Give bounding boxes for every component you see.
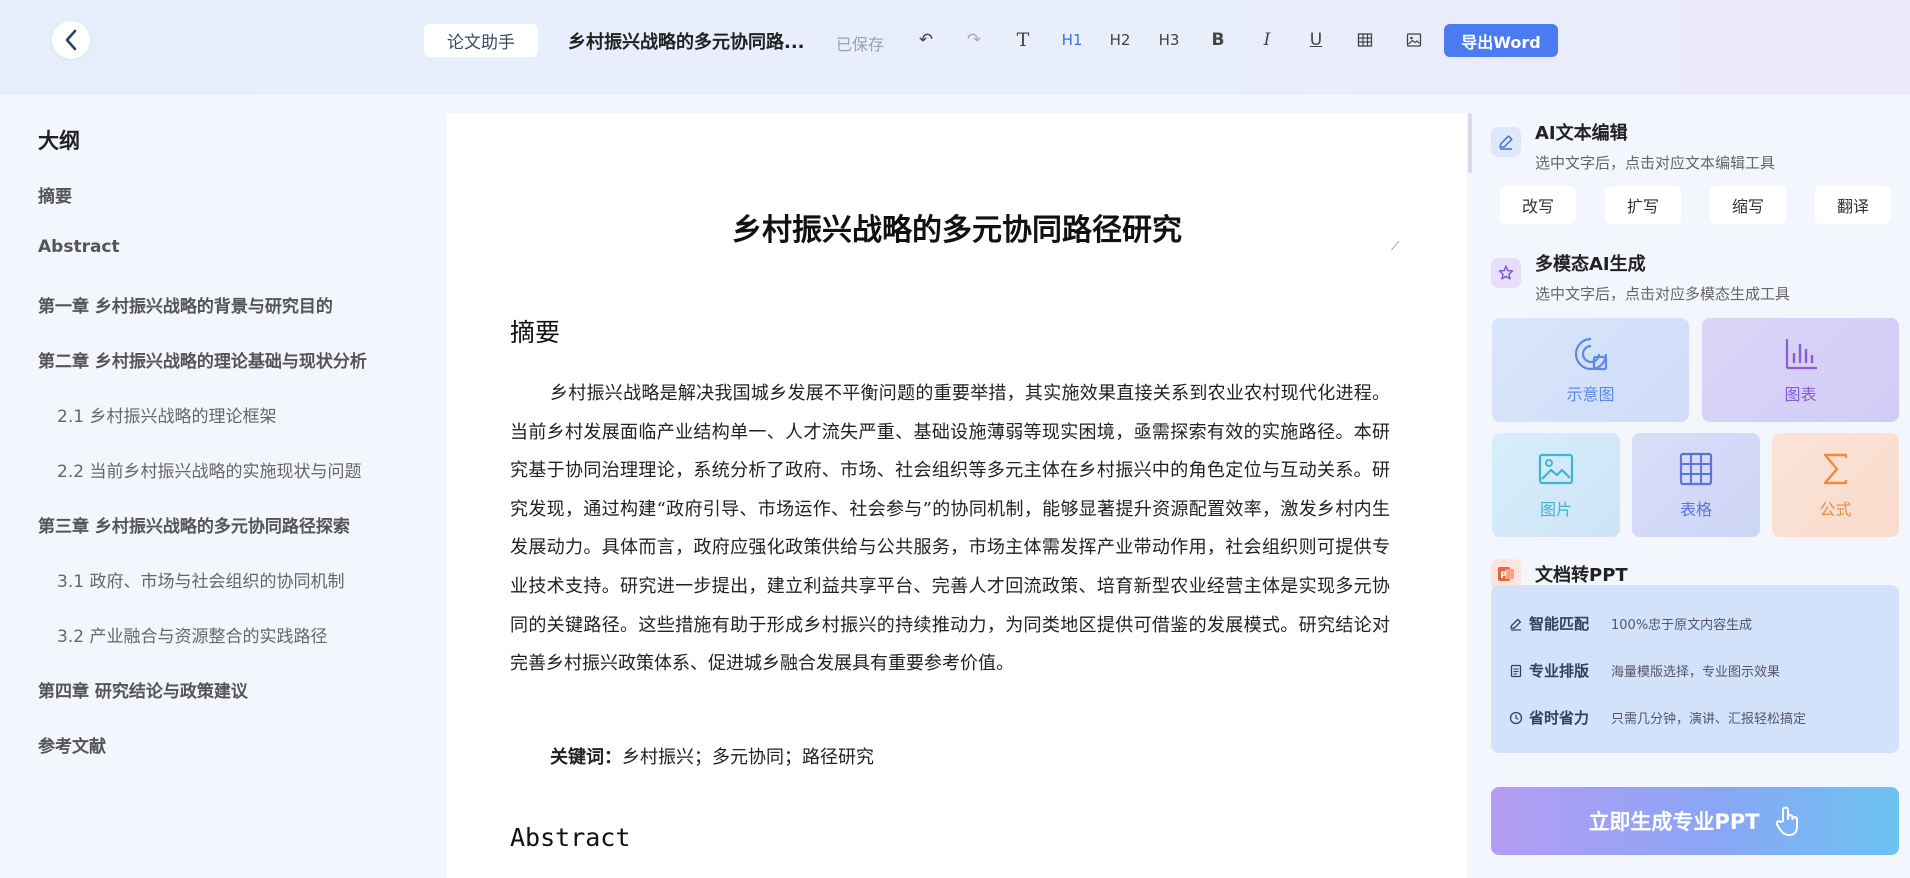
multimodal-section-icon bbox=[1491, 258, 1521, 288]
grid-table-icon bbox=[1679, 452, 1713, 486]
rewrite-button[interactable]: 改写 bbox=[1500, 186, 1576, 224]
outline-item[interactable]: 3.2 产业融合与资源整合的实践路径 bbox=[57, 622, 327, 647]
expand-button[interactable]: 扩写 bbox=[1605, 186, 1681, 224]
resize-handle-icon[interactable]: ⟋ bbox=[1391, 239, 1399, 254]
outline-item[interactable]: Abstract bbox=[38, 237, 120, 257]
svg-text:P: P bbox=[1500, 571, 1507, 581]
keywords-label: 关键词： bbox=[550, 747, 622, 768]
outline-item[interactable]: 第三章 乡村振兴战略的多元协同路径探索 bbox=[38, 512, 350, 537]
feature-title: 省时省力 bbox=[1529, 709, 1590, 727]
table-insert-button[interactable] bbox=[1349, 26, 1381, 54]
export-word-button[interactable]: 导出Word bbox=[1444, 24, 1558, 57]
pencil-icon bbox=[1499, 135, 1513, 150]
formula-card[interactable]: 公式 bbox=[1772, 433, 1899, 537]
pencil-icon bbox=[1510, 617, 1522, 631]
document-icon bbox=[1510, 664, 1522, 677]
table-icon bbox=[1357, 33, 1373, 47]
redo-button[interactable]: ↷ bbox=[958, 26, 990, 54]
ppt-title: 文档转PPT bbox=[1535, 565, 1628, 586]
chevron-left-icon bbox=[65, 29, 77, 51]
outline-item[interactable]: 2.2 当前乡村振兴战略的实施现状与问题 bbox=[57, 457, 361, 482]
powerpoint-icon: P bbox=[1498, 567, 1514, 581]
feature-desc: 海量模版选择，专业图示效果 bbox=[1611, 665, 1781, 680]
chart-card-label: 图表 bbox=[1784, 385, 1817, 404]
picture-icon bbox=[1538, 453, 1574, 485]
top-toolbar: 论文助手 乡村振兴战略的多元协同路... 已保存 ↶ ↷ T H1 H2 H3 … bbox=[0, 0, 1910, 95]
generate-ppt-button[interactable]: 立即生成专业PPT bbox=[1491, 787, 1899, 855]
generate-ppt-label: 立即生成专业PPT bbox=[1588, 810, 1760, 834]
keywords-value: 乡村振兴；多元协同；路径研究 bbox=[622, 747, 874, 768]
feature-desc: 只需几分钟，演讲、汇报轻松搞定 bbox=[1611, 712, 1807, 727]
table-card-label: 表格 bbox=[1679, 500, 1712, 519]
italic-button[interactable]: I bbox=[1251, 26, 1283, 54]
outline-item[interactable]: 第二章 乡村振兴战略的理论基础与现状分析 bbox=[38, 347, 367, 372]
ai-tools-panel: AI文本编辑 选中文字后，点击对应文本编辑工具 改写 扩写 缩写 翻译 多模态A… bbox=[1474, 95, 1910, 878]
outline-item[interactable]: 2.1 乡村振兴战略的理论框架 bbox=[57, 402, 276, 427]
ppt-features-box: 智能匹配 100%忠于原文内容生成 专业排版 海量模版选择，专业图示效果 省时省… bbox=[1491, 585, 1899, 753]
back-button[interactable] bbox=[52, 21, 90, 59]
text-format-button[interactable]: T bbox=[1007, 26, 1039, 54]
abstract-heading[interactable]: 摘要 bbox=[510, 313, 560, 349]
multimodal-title: 多模态AI生成 bbox=[1535, 254, 1646, 275]
diagram-card[interactable]: 示意图 bbox=[1492, 318, 1689, 422]
feature-row: 智能匹配 100%忠于原文内容生成 bbox=[1509, 613, 1752, 634]
paper-assistant-button[interactable]: 论文助手 bbox=[424, 24, 538, 57]
outline-panel: 大纲 摘要 Abstract 第一章 乡村振兴战略的背景与研究目的 第二章 乡村… bbox=[0, 95, 447, 878]
chart-card[interactable]: 图表 bbox=[1702, 318, 1899, 422]
keywords-line[interactable]: 关键词：乡村振兴；多元协同；路径研究 bbox=[550, 743, 874, 769]
feature-desc: 100%忠于原文内容生成 bbox=[1611, 618, 1753, 633]
edit-section-icon bbox=[1491, 127, 1521, 157]
document-scrollbar[interactable] bbox=[1468, 113, 1472, 173]
outline-item[interactable]: 3.1 政府、市场与社会组织的协同机制 bbox=[57, 567, 344, 592]
feature-row: 专业排版 海量模版选择，专业图示效果 bbox=[1509, 660, 1780, 681]
formula-card-label: 公式 bbox=[1819, 500, 1852, 519]
pointer-hand-icon bbox=[1775, 806, 1798, 836]
sigma-icon bbox=[1823, 453, 1847, 485]
ai-edit-title: AI文本编辑 bbox=[1535, 123, 1628, 144]
diagram-card-label: 示意图 bbox=[1566, 385, 1615, 404]
heading3-button[interactable]: H3 bbox=[1153, 26, 1185, 54]
ai-edit-subtitle: 选中文字后，点击对应文本编辑工具 bbox=[1535, 154, 1776, 172]
outline-title: 大纲 bbox=[38, 129, 80, 153]
shorten-button[interactable]: 缩写 bbox=[1710, 186, 1786, 224]
feature-title: 专业排版 bbox=[1529, 662, 1590, 680]
diagram-icon bbox=[1574, 337, 1607, 371]
feature-title: 智能匹配 bbox=[1529, 615, 1590, 633]
image-insert-button[interactable] bbox=[1398, 26, 1430, 54]
translate-button[interactable]: 翻译 bbox=[1815, 186, 1891, 224]
heading1-button[interactable]: H1 bbox=[1056, 26, 1088, 54]
document-editor[interactable]: 乡村振兴战略的多元协同路径研究 ⟋ 摘要 乡村振兴战略是解决我国城乡发展不平衡问… bbox=[447, 113, 1467, 878]
document-title[interactable]: 乡村振兴战略的多元协同路... bbox=[568, 28, 805, 54]
underline-button[interactable]: U bbox=[1300, 26, 1332, 54]
outline-item[interactable]: 第四章 研究结论与政策建议 bbox=[38, 677, 248, 702]
abstract-paragraph[interactable]: 乡村振兴战略是解决我国城乡发展不平衡问题的重要举措，其实施效果直接关系到农业农村… bbox=[510, 375, 1390, 684]
saved-status: 已保存 bbox=[836, 35, 885, 54]
bold-button[interactable]: B bbox=[1202, 26, 1234, 54]
image-card-label: 图片 bbox=[1539, 500, 1572, 519]
clock-icon bbox=[1509, 711, 1523, 724]
outline-item[interactable]: 第一章 乡村振兴战略的背景与研究目的 bbox=[38, 292, 333, 317]
document-heading[interactable]: 乡村振兴战略的多元协同路径研究 bbox=[447, 205, 1467, 249]
feature-row: 省时省力 只需几分钟，演讲、汇报轻松搞定 bbox=[1509, 707, 1806, 728]
image-card[interactable]: 图片 bbox=[1492, 433, 1620, 537]
image-icon bbox=[1406, 33, 1422, 47]
bar-chart-icon bbox=[1785, 339, 1817, 370]
multimodal-subtitle: 选中文字后，点击对应多模态生成工具 bbox=[1535, 285, 1791, 303]
table-card[interactable]: 表格 bbox=[1632, 433, 1760, 537]
heading2-button[interactable]: H2 bbox=[1104, 26, 1136, 54]
sparkle-star-icon bbox=[1498, 265, 1514, 280]
outline-item[interactable]: 参考文献 bbox=[38, 732, 106, 757]
outline-item[interactable]: 摘要 bbox=[38, 182, 72, 207]
abstract-en-heading[interactable]: Abstract bbox=[510, 823, 630, 852]
undo-button[interactable]: ↶ bbox=[910, 26, 942, 54]
